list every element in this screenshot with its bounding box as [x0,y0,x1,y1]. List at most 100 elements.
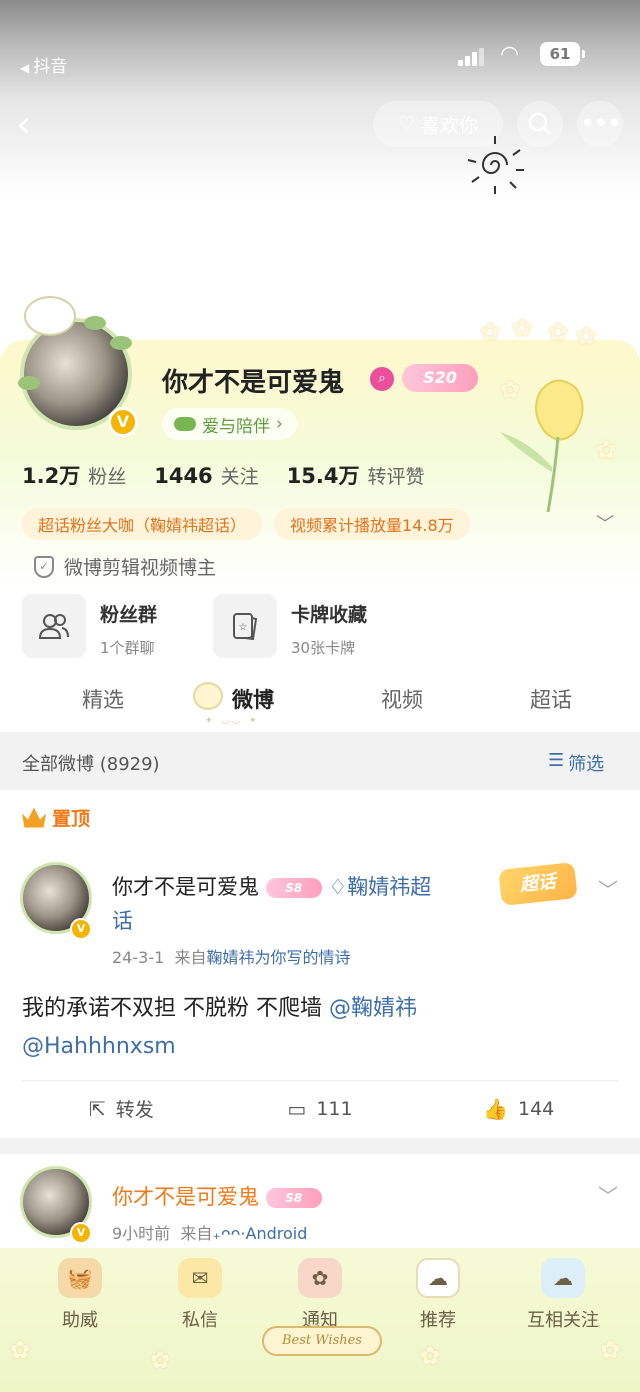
more-button[interactable]: ••• [577,101,623,147]
nav-recommend-label: 推荐 [420,1310,456,1331]
pink-search-badge-icon[interactable]: ⌕ [370,367,394,391]
card-collection-card[interactable]: ☆ 卡牌收藏 30张卡牌 [213,594,367,658]
group-icon [22,594,86,658]
content-tabs: 精选 微博 ✦ ◡◡ ✦ 视频 超话 [0,668,640,730]
flower-decoration-icon [480,318,502,346]
sun-sticker-icon [467,136,524,194]
super-topic-badge[interactable]: 超话 [498,862,578,906]
post-body: 我的承诺不双担 不脱粉 不爬墙 @鞠婧祎 @Hahhhnxsm [22,990,582,1066]
post-source-prefix: 来自 [174,948,207,967]
signal-icon [458,46,486,66]
all-posts-label[interactable]: 全部微博 (8929) [22,750,160,776]
nav-recommend[interactable]: ☁ 推荐 [388,1258,488,1332]
filter-bar: 全部微博 (8929) ☰ 筛选 [0,732,640,790]
certification-label: 微博剪辑视频博主 [64,557,217,579]
filter-label: 筛选 [568,754,605,775]
flower-decoration-icon [150,1346,172,1374]
basket-icon: 🧺 [58,1258,102,1298]
mention-link[interactable]: @鞠婧祎 [329,996,417,1021]
nav-notifications[interactable]: ✿ 通知 [270,1258,370,1332]
followers-label[interactable]: 粉丝 [88,462,126,489]
post-meta: 9小时前 来自₊ᴖᴖ·Android [112,1220,307,1244]
filter-icon: ☰ [548,750,565,771]
sheep-frame-icon [24,296,76,336]
fan-group-card[interactable]: 粉丝群 1个群聊 [22,594,157,658]
like-count: 144 [518,1097,555,1120]
engagement-count[interactable]: 15.4万 [287,460,360,490]
repost-label: 转发 [115,1099,154,1121]
back-button[interactable]: ‹ [16,104,56,144]
tab-video[interactable]: 视频 [381,684,423,714]
tab-weibo[interactable]: 微博 [232,684,274,714]
nav-cheer[interactable]: 🧺 助威 [30,1258,130,1332]
verified-badge-icon: V [70,1222,92,1244]
nav-cheer-label: 助威 [62,1310,98,1331]
tulip-decoration-icon [500,379,584,512]
battery-indicator: 61 [540,42,585,66]
post-date: 24-3-1 [112,948,165,967]
profile-stats: 1.2万 粉丝 1446 关注 15.4万 转评赞 [22,460,453,490]
nav-mutual-follow[interactable]: ☁ 互相关注 [508,1258,618,1332]
repost-button[interactable]: ⇱ 转发 [22,1095,221,1122]
verified-badge-icon: V [108,407,138,437]
chevron-down-icon[interactable]: ﹀ [596,510,614,536]
post-author-name: 你才不是可爱鬼 [112,1185,259,1209]
post-source-link[interactable]: 鞠婧祎为你写的情诗 [206,948,350,967]
crown-icon [22,807,46,828]
sheep-icon: ☁ [416,1258,460,1298]
super-topic-fan-chip[interactable]: 超话粉丝大咖（鞠婧祎超话） [22,508,263,540]
post-divider [0,1138,640,1154]
bottom-nav-bar: 🧺 助威 ✉ 私信 ✿ 通知 ☁ 推荐 ☁ 互相关注 [0,1248,640,1392]
certification-row: ✓ 微博剪辑视频博主 [34,553,216,580]
card-collection-sub: 30张卡牌 [291,639,356,657]
comment-button[interactable]: ▭ 111 [221,1097,420,1121]
back-to-app[interactable]: ◀ 抖音 [20,52,67,77]
engagement-label[interactable]: 转评赞 [368,462,425,489]
fan-group-sub: 1个群聊 [100,639,155,657]
pinned-label: 置顶 [52,808,91,830]
chevron-down-icon[interactable]: ﹀ [598,874,618,903]
wifi-icon: ◠ [500,42,520,67]
post-text: 我的承诺不双担 不脱粉 不爬墙 [22,996,329,1021]
shield-icon: ✓ [34,555,54,578]
leaf-icon [18,376,40,390]
like-post-button[interactable]: 👍 144 [419,1097,618,1121]
best-wishes-banner: Best Wishes [262,1326,382,1356]
flower-decoration-icon [600,1336,622,1364]
flower-decoration-icon [10,1336,32,1364]
svg-text:☆: ☆ [239,622,248,633]
profile-tag-chip[interactable]: 爱与陪伴 › [162,408,297,440]
repost-icon: ⇱ [88,1096,106,1121]
post-meta: 24-3-1 来自鞠婧祎为你写的情诗 [112,944,350,968]
following-label[interactable]: 关注 [221,462,259,489]
filter-button[interactable]: ☰ 筛选 [548,750,604,776]
heart-hand-icon: ♡ [397,113,416,135]
back-app-label: 抖音 [33,57,68,77]
followers-count[interactable]: 1.2万 [22,460,80,490]
leaf-icon [110,336,132,350]
more-icon: ••• [579,109,622,139]
post-source-link[interactable]: ·Android [240,1224,307,1243]
post-author[interactable]: 你才不是可爱鬼 S8 [112,1180,322,1214]
nav-messages[interactable]: ✉ 私信 [150,1258,250,1332]
cloud-icon [174,417,196,431]
leaf-icon [84,316,106,330]
mention-link[interactable]: @Hahhhnxsm [22,1034,176,1059]
following-count[interactable]: 1446 [154,464,212,488]
video-plays-chip[interactable]: 视频累计播放量14.8万 [274,508,470,540]
post-author[interactable]: 你才不是可爱鬼 S8 ♢鞠婧祎超话 [112,870,452,938]
chevron-down-icon[interactable]: ﹀ [598,1180,618,1209]
post-level-badge: S8 [265,1188,322,1208]
rainbow-cloud-icon: ☁ [541,1258,585,1298]
tab-active-indicator: ✦ ◡◡ ✦ [205,716,260,726]
back-triangle-icon: ◀ [20,61,30,75]
profile-tag-label: 爱与陪伴 [202,416,270,437]
tab-super-topic[interactable]: 超话 [530,684,572,714]
post-time: 9小时前 [112,1224,171,1243]
tab-featured[interactable]: 精选 [82,684,124,714]
flower-decoration-icon [576,322,598,350]
search-icon [528,112,551,135]
status-bar: ◀ 抖音 ◠ 61 [0,36,640,77]
nav-mutual-follow-label: 互相关注 [527,1310,599,1331]
level-badge[interactable]: S20 [402,364,478,392]
